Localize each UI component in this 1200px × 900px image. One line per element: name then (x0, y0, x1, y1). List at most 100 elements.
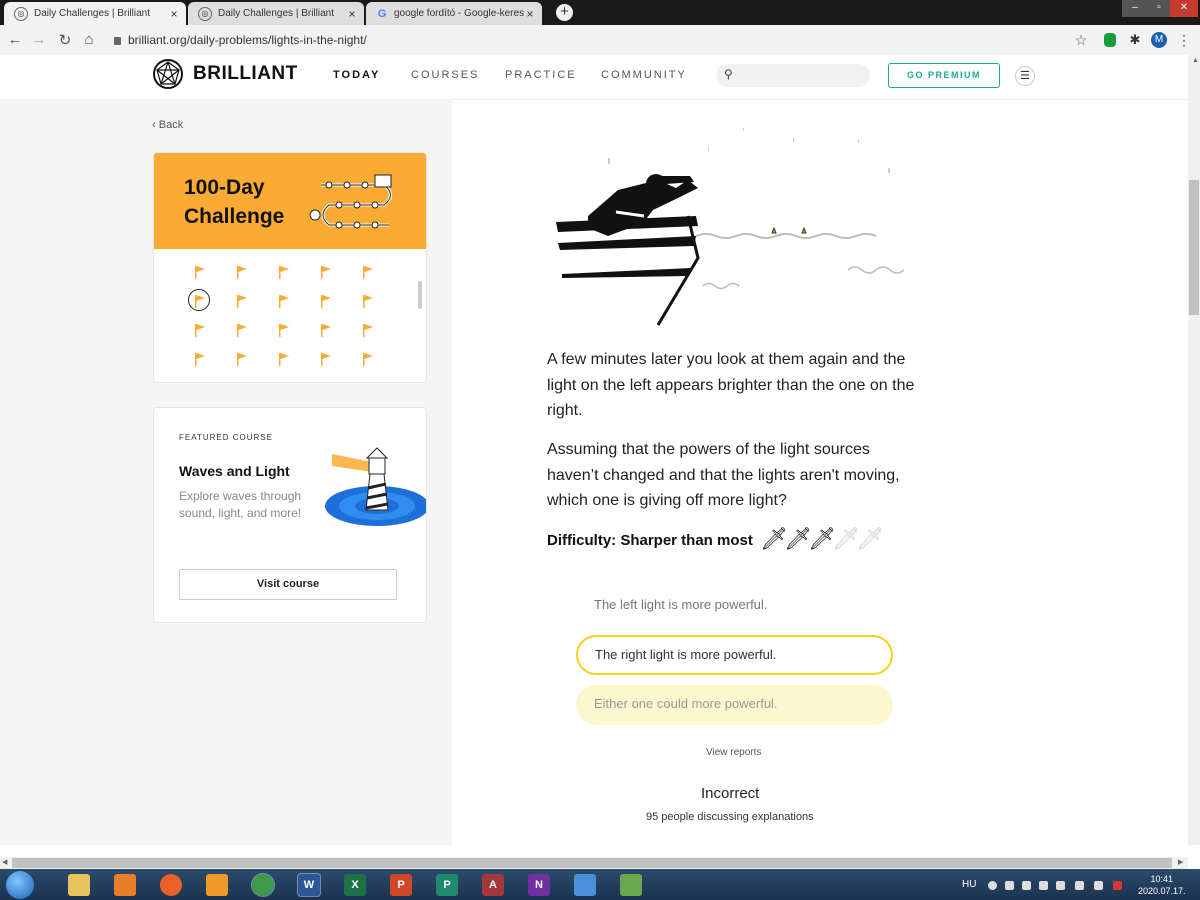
scroll-left-icon[interactable]: ◀ (2, 858, 7, 866)
day-flag-icon[interactable] (278, 265, 290, 279)
minimize-button[interactable]: – (1122, 0, 1148, 17)
paint-taskbar-icon[interactable] (574, 874, 596, 896)
result-status: Incorrect (701, 785, 760, 802)
day-flag-icon[interactable] (194, 323, 206, 337)
visit-course-button[interactable]: Visit course (179, 569, 397, 600)
close-window-button[interactable]: ✕ (1170, 0, 1198, 17)
day-flag-icon[interactable] (194, 352, 206, 366)
day-flag-icon[interactable] (194, 265, 206, 279)
day-flag-icon[interactable] (188, 289, 210, 311)
day-flag-icon[interactable] (278, 323, 290, 337)
day-flag-icon[interactable] (236, 265, 248, 279)
go-premium-button[interactable]: GO PREMIUM (888, 63, 1000, 88)
close-tab-icon[interactable]: × (524, 7, 536, 21)
day-flag-icon[interactable] (236, 323, 248, 337)
day-flag-icon[interactable] (362, 265, 374, 279)
start-button[interactable] (6, 871, 34, 899)
day-flag-icon[interactable] (320, 265, 332, 279)
firefox-taskbar-icon[interactable] (160, 874, 182, 896)
day-flag-icon[interactable] (236, 352, 248, 366)
battery-icon[interactable] (1094, 881, 1103, 890)
difficulty-knife-icon: 🗡 (856, 526, 884, 551)
challenge-path-illustration-icon (309, 174, 392, 229)
problem-paragraph-2: Assuming that the powers of the light so… (547, 441, 900, 509)
day-flag-icon[interactable] (278, 352, 290, 366)
vertical-scrollbar[interactable] (1188, 55, 1200, 845)
nav-today[interactable]: TODAY (333, 69, 380, 81)
day-flag-icon[interactable] (236, 294, 248, 308)
back-arrow-icon[interactable]: ← (6, 31, 24, 48)
brilliant-logo-text[interactable]: BRILLIANT (193, 63, 298, 85)
day-flag-icon[interactable] (320, 352, 332, 366)
powerpoint-taskbar-icon[interactable]: P (390, 874, 412, 896)
brilliant-favicon-icon: ◎ (198, 6, 212, 21)
chevron-left-icon: ‹ (152, 119, 159, 131)
problem-paragraph-1: A few minutes later you look at them aga… (547, 351, 915, 419)
day-flag-icon[interactable] (320, 294, 332, 308)
tab-google-search[interactable]: G google fordító - Google-keresés × (366, 2, 542, 25)
address-bar[interactable]: brilliant.org/daily-problems/lights-in-t… (114, 29, 1114, 51)
featured-course-description: Explore waves through sound, light, and … (179, 489, 302, 520)
brilliant-logo-icon[interactable] (153, 59, 183, 89)
explorer-taskbar-icon[interactable] (68, 874, 90, 896)
back-link[interactable]: ‹ Back (152, 119, 183, 131)
tab-daily-challenges-1[interactable]: ◎ Daily Challenges | Brilliant × (4, 2, 186, 25)
word-taskbar-icon[interactable]: W (297, 873, 321, 897)
clock-time: 10:41 (1150, 874, 1174, 884)
scroll-up-icon[interactable]: ▲ (1192, 57, 1199, 64)
language-indicator[interactable]: HU (962, 879, 976, 890)
system-clock[interactable]: 10:41 2020.07.17. (1138, 873, 1186, 897)
home-icon[interactable]: ⌂ (80, 31, 98, 48)
featured-course-name[interactable]: Waves and Light (179, 463, 290, 479)
profile-avatar[interactable]: M (1151, 32, 1167, 48)
network-icon[interactable] (1075, 881, 1084, 890)
horizontal-scrollbar-thumb[interactable] (12, 858, 1172, 868)
nav-courses[interactable]: COURSES (411, 69, 479, 81)
browser-menu-icon[interactable]: ⋮ (1176, 32, 1192, 48)
challenge-scrollbar[interactable] (418, 281, 422, 309)
answer-option-1[interactable]: The left light is more powerful. (576, 586, 893, 626)
shield-extension-icon[interactable] (1104, 33, 1116, 47)
vertical-scrollbar-thumb[interactable] (1189, 180, 1199, 315)
publisher-taskbar-icon[interactable]: P (436, 874, 458, 896)
minecraft-taskbar-icon[interactable] (620, 874, 642, 896)
bookmark-star-icon[interactable]: ☆ (1073, 32, 1089, 48)
tray-app-icon[interactable] (1022, 881, 1031, 890)
scroll-right-icon[interactable]: ▶ (1178, 858, 1183, 866)
day-flag-icon[interactable] (362, 352, 374, 366)
day-flag-icon[interactable] (320, 323, 332, 337)
day-flag-icon[interactable] (362, 323, 374, 337)
forward-arrow-icon[interactable]: → (30, 31, 48, 48)
volume-muted-icon[interactable] (1113, 881, 1122, 890)
close-tab-icon[interactable]: × (346, 7, 358, 21)
tray-app-icon[interactable] (1056, 881, 1065, 890)
discussion-count-link[interactable]: 95 people discussing explanations (646, 811, 814, 823)
excel-taskbar-icon[interactable]: X (344, 874, 366, 896)
challenge-card[interactable]: 100-Day Challenge (153, 152, 427, 383)
day-flag-icon[interactable] (278, 294, 290, 308)
url-text: brilliant.org/daily-problems/lights-in-t… (128, 33, 367, 47)
reload-icon[interactable]: ↻ (56, 31, 74, 49)
answer-option-3[interactable]: Either one could more powerful. (576, 685, 893, 725)
tray-app-icon[interactable] (1039, 881, 1048, 890)
media-player-taskbar-icon[interactable] (114, 874, 136, 896)
tray-app-icon[interactable] (988, 881, 997, 890)
tab-daily-challenges-2[interactable]: ◎ Daily Challenges | Brilliant × (188, 2, 364, 25)
maximize-button[interactable]: ▫ (1148, 0, 1170, 17)
extensions-puzzle-icon[interactable]: ✱ (1127, 32, 1143, 48)
nav-practice[interactable]: PRACTICE (505, 69, 577, 81)
search-input[interactable]: ⚲ (716, 64, 870, 87)
hamburger-menu-icon[interactable]: ☰ (1015, 66, 1035, 86)
access-taskbar-icon[interactable]: A (482, 874, 504, 896)
current-day-marker (188, 289, 210, 311)
new-tab-button[interactable]: + (556, 4, 573, 21)
onenote-taskbar-icon[interactable]: N (528, 874, 550, 896)
answer-option-2[interactable]: The right light is more powerful. (576, 635, 893, 675)
tray-app-icon[interactable] (1005, 881, 1014, 890)
view-reports-link[interactable]: View reports (706, 747, 761, 758)
sublime-taskbar-icon[interactable] (206, 874, 228, 896)
day-flag-icon[interactable] (362, 294, 374, 308)
close-tab-icon[interactable]: × (168, 7, 180, 21)
chrome-taskbar-icon[interactable] (251, 873, 275, 897)
nav-community[interactable]: COMMUNITY (601, 69, 687, 81)
